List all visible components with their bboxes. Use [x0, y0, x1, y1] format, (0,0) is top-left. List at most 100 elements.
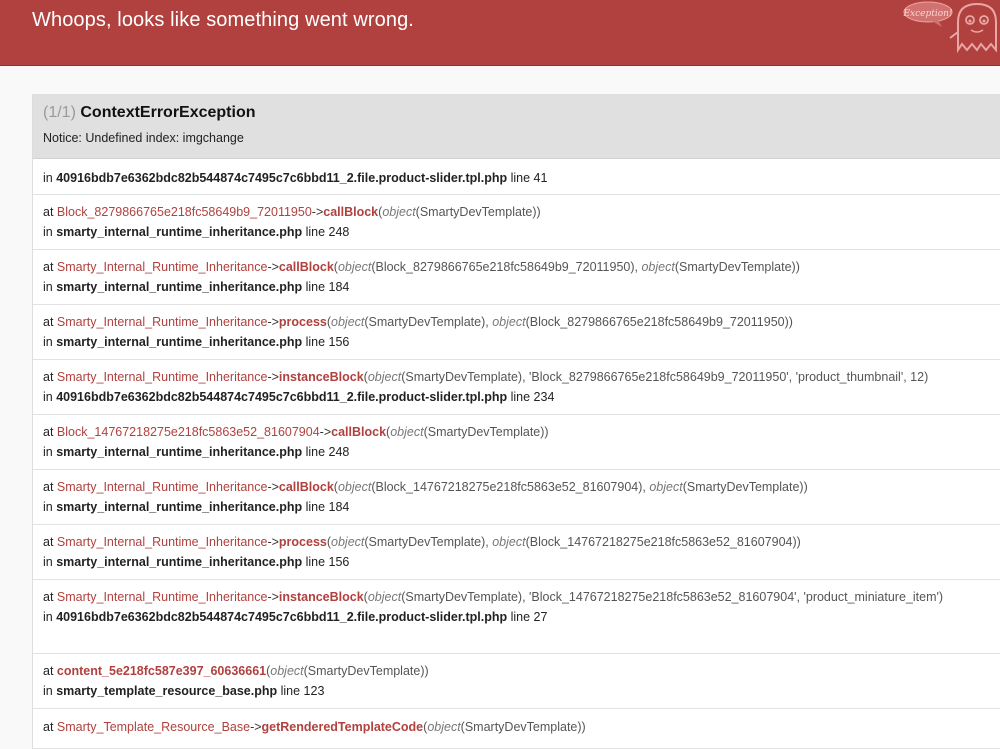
trace-at-label: at	[43, 590, 57, 604]
exception-header: (1/1) ContextErrorException Notice: Unde…	[33, 94, 1000, 159]
trace-args: (object(Block_14767218275e218fc5863e52_8…	[333, 480, 808, 494]
trace-args: (object(SmartyDevTemplate), object(Block…	[326, 535, 801, 549]
trace-args: (object(SmartyDevTemplate), 'Block_14767…	[363, 590, 944, 604]
trace-in-label: in	[43, 500, 57, 514]
trace-call: at Smarty_Template_Resource_Base->getRen…	[43, 717, 991, 737]
trace-item: at Smarty_Template_Resource_Base->getRen…	[33, 709, 1000, 749]
trace-file: smarty_internal_runtime_inheritance.php	[56, 225, 303, 239]
trace-in-label: in	[43, 225, 57, 239]
trace-file: smarty_internal_runtime_inheritance.php	[56, 280, 303, 294]
trace-line: line 27	[510, 610, 548, 624]
trace-line: line 123	[280, 684, 325, 698]
trace-location: in smarty_internal_runtime_inheritance.p…	[43, 332, 991, 352]
trace-line: line 41	[510, 171, 548, 185]
trace-item: at Smarty_Internal_Runtime_Inheritance->…	[33, 525, 1000, 580]
stack-trace: in 40916bdb7e6362bdc82b544874c7495c7c6bb…	[33, 159, 1000, 749]
trace-file: smarty_internal_runtime_inheritance.php	[56, 335, 303, 349]
trace-location: in smarty_internal_runtime_inheritance.p…	[43, 277, 991, 297]
trace-location: in smarty_internal_runtime_inheritance.p…	[43, 442, 991, 462]
trace-item: at Smarty_Internal_Runtime_Inheritance->…	[33, 470, 1000, 525]
trace-call: at Smarty_Internal_Runtime_Inheritance->…	[43, 257, 991, 277]
trace-at-label: at	[43, 720, 57, 734]
trace-arrow: ->	[311, 205, 324, 219]
trace-file: 40916bdb7e6362bdc82b544874c7495c7c6bbd11…	[56, 171, 508, 185]
trace-class: Smarty_Internal_Runtime_Inheritance	[56, 315, 268, 329]
trace-args: (object(SmartyDevTemplate), 'Block_82798…	[363, 370, 929, 384]
trace-item: at Smarty_Internal_Runtime_Inheritance->…	[33, 250, 1000, 305]
trace-at-label: at	[43, 205, 57, 219]
trace-call: at Smarty_Internal_Runtime_Inheritance->…	[43, 477, 991, 497]
trace-class: Smarty_Internal_Runtime_Inheritance	[56, 370, 268, 384]
trace-item: at Smarty_Internal_Runtime_Inheritance->…	[33, 580, 1000, 654]
trace-in-label: in	[43, 445, 57, 459]
trace-line: line 248	[305, 445, 350, 459]
trace-line: line 156	[305, 335, 350, 349]
trace-function: process	[278, 535, 327, 549]
trace-line: line 156	[305, 555, 350, 569]
trace-function: instanceBlock	[278, 590, 364, 604]
trace-location: in smarty_internal_runtime_inheritance.p…	[43, 552, 991, 572]
trace-line: line 234	[510, 390, 555, 404]
trace-function: callBlock	[278, 480, 334, 494]
trace-args: (object(Block_8279866765e218fc58649b9_72…	[333, 260, 800, 274]
trace-function: instanceBlock	[278, 370, 364, 384]
trace-item: at content_5e218fc587e397_60636661(objec…	[33, 654, 1000, 709]
trace-call: at Block_8279866765e218fc58649b9_7201195…	[43, 202, 991, 222]
trace-function: getRenderedTemplateCode	[261, 720, 424, 734]
trace-function: callBlock	[278, 260, 334, 274]
trace-function: process	[278, 315, 327, 329]
trace-item: at Smarty_Internal_Runtime_Inheritance->…	[33, 305, 1000, 360]
trace-item: at Block_14767218275e218fc5863e52_816079…	[33, 415, 1000, 470]
trace-class: Block_8279866765e218fc58649b9_72011950	[56, 205, 312, 219]
trace-line: line 184	[305, 280, 350, 294]
trace-call: at Smarty_Internal_Runtime_Inheritance->…	[43, 312, 991, 332]
trace-function: callBlock	[323, 205, 379, 219]
trace-args: (object(SmartyDevTemplate))	[423, 720, 586, 734]
trace-in-label: in	[43, 171, 53, 185]
trace-file: 40916bdb7e6362bdc82b544874c7495c7c6bbd11…	[56, 390, 508, 404]
trace-in-label: in	[43, 335, 57, 349]
trace-args: (object(SmartyDevTemplate))	[386, 425, 549, 439]
trace-item: at Block_8279866765e218fc58649b9_7201195…	[33, 195, 1000, 250]
trace-item: at Smarty_Internal_Runtime_Inheritance->…	[33, 360, 1000, 415]
trace-at-label: at	[43, 425, 57, 439]
trace-line: line 184	[305, 500, 350, 514]
trace-at-label: at	[43, 260, 57, 274]
trace-class: Smarty_Internal_Runtime_Inheritance	[56, 535, 268, 549]
trace-in-label: in	[43, 684, 57, 698]
trace-arrow: ->	[267, 590, 279, 604]
trace-at-label: at	[43, 480, 57, 494]
trace-in-label: in	[43, 390, 57, 404]
trace-at-label: at	[43, 664, 57, 678]
exception-class: ContextErrorException	[80, 104, 256, 121]
exception-message: Notice: Undefined index: imgchange	[43, 131, 244, 145]
svg-text:Exception!: Exception!	[902, 9, 952, 19]
trace-arrow: ->	[267, 480, 279, 494]
exception-title: (1/1) ContextErrorException	[43, 104, 991, 122]
trace-location: in smarty_template_resource_base.php lin…	[43, 681, 991, 701]
trace-location: in smarty_internal_runtime_inheritance.p…	[43, 497, 991, 517]
trace-file: smarty_internal_runtime_inheritance.php	[56, 445, 303, 459]
trace-class: Smarty_Template_Resource_Base	[56, 720, 251, 734]
trace-arrow: ->	[267, 370, 279, 384]
trace-in-label: in	[43, 280, 57, 294]
trace-at-label: at	[43, 315, 57, 329]
trace-location: in 40916bdb7e6362bdc82b544874c7495c7c6bb…	[43, 607, 991, 627]
trace-file: 40916bdb7e6362bdc82b544874c7495c7c6bbd11…	[56, 610, 508, 624]
trace-call: at Smarty_Internal_Runtime_Inheritance->…	[43, 367, 991, 387]
trace-at-label: at	[43, 535, 57, 549]
trace-class: Smarty_Internal_Runtime_Inheritance	[56, 480, 268, 494]
trace-file: smarty_internal_runtime_inheritance.php	[56, 500, 303, 514]
error-header: Whoops, looks like something went wrong.…	[0, 0, 1000, 66]
trace-item-origin: in 40916bdb7e6362bdc82b544874c7495c7c6bb…	[33, 159, 1000, 195]
trace-function: callBlock	[331, 425, 387, 439]
trace-arrow: ->	[267, 260, 279, 274]
trace-args: (object(SmartyDevTemplate), object(Block…	[326, 315, 793, 329]
trace-call: at Block_14767218275e218fc5863e52_816079…	[43, 422, 991, 442]
trace-location: in 40916bdb7e6362bdc82b544874c7495c7c6bb…	[43, 387, 991, 407]
trace-arrow: ->	[250, 720, 262, 734]
trace-arrow: ->	[267, 315, 279, 329]
trace-file: smarty_internal_runtime_inheritance.php	[56, 555, 303, 569]
trace-call: at content_5e218fc587e397_60636661(objec…	[43, 661, 991, 681]
exception-count: (1/1)	[43, 104, 76, 121]
